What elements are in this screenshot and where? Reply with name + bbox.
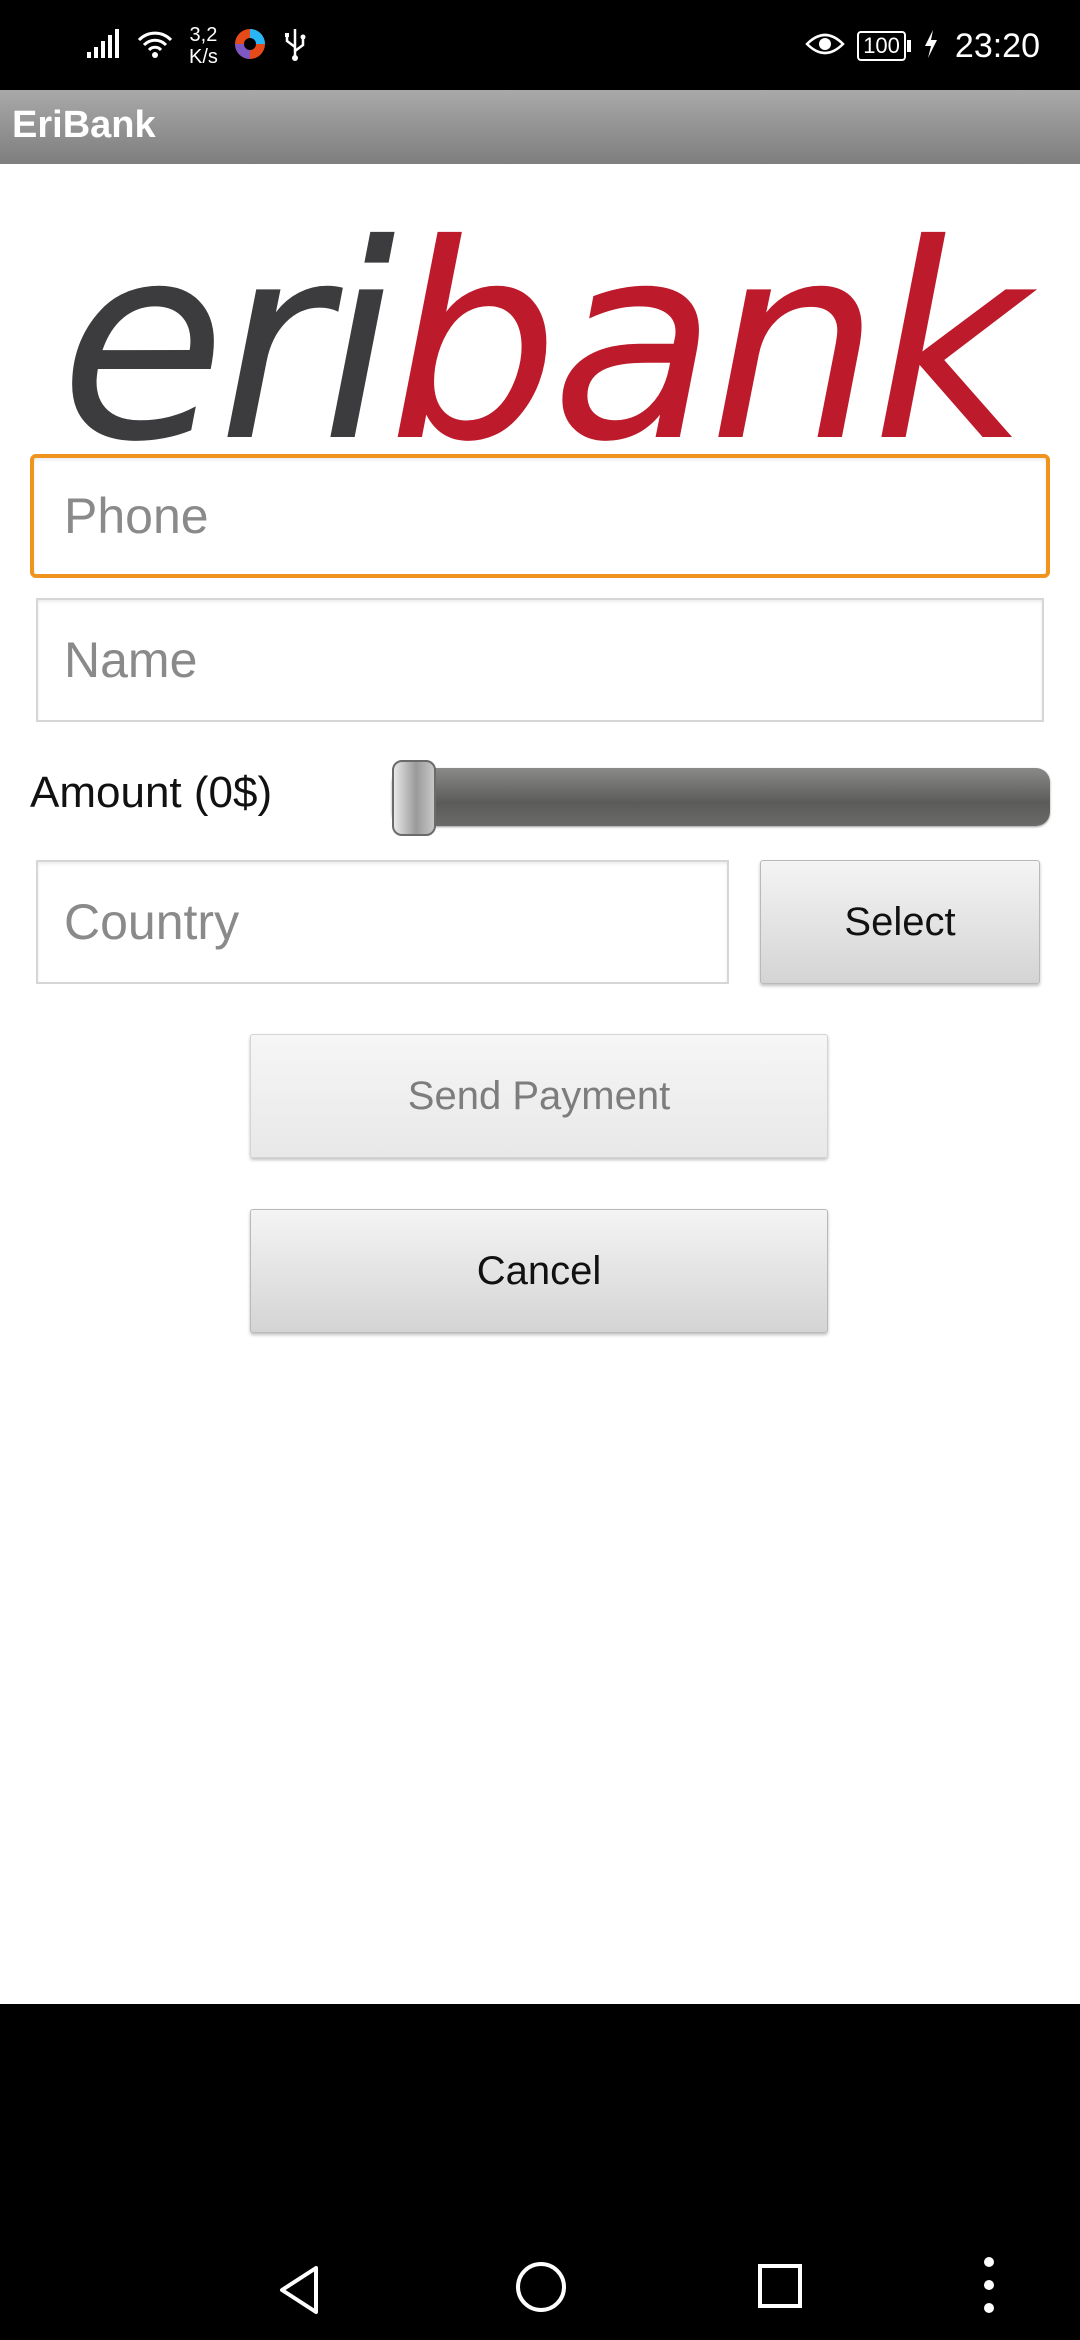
cancel-button[interactable]: Cancel — [250, 1209, 828, 1333]
network-speed-unit: K/s — [189, 46, 218, 68]
battery-level: 100 — [857, 31, 906, 61]
more-options-icon[interactable] — [980, 2254, 998, 2321]
phone-input[interactable] — [62, 457, 1046, 575]
country-field[interactable] — [36, 860, 729, 984]
phone-field[interactable] — [30, 454, 1050, 578]
payment-form-screen: eribank Amount (0$) Select Send Payment … — [0, 164, 1080, 2004]
recent-apps-icon[interactable] — [756, 2262, 804, 2315]
name-field[interactable] — [36, 598, 1044, 722]
status-right: 100 23:20 — [805, 18, 1040, 74]
network-speed: 3,2 K/s — [189, 24, 218, 68]
home-icon[interactable] — [514, 2260, 568, 2319]
navigation-bar — [0, 2004, 1080, 2340]
name-input[interactable] — [62, 599, 1042, 721]
eye-comfort-icon — [805, 30, 845, 63]
battery-indicator: 100 — [857, 31, 911, 61]
clock: 23:20 — [954, 26, 1040, 65]
app-title-bar: EriBank — [0, 90, 1080, 164]
select-country-button[interactable]: Select — [760, 860, 1040, 984]
network-speed-value: 3,2 — [189, 24, 218, 46]
wifi-icon — [135, 28, 175, 65]
battery-tip — [906, 40, 911, 52]
app-title: EriBank — [12, 104, 156, 146]
status-left: 3,2 K/s — [85, 18, 308, 74]
amount-label: Amount (0$) — [30, 768, 273, 817]
status-bar: 3,2 K/s 100 23:20 — [0, 0, 1080, 90]
signal-icon — [85, 28, 121, 65]
amount-slider-thumb[interactable] — [392, 760, 436, 836]
logo-wordmark: eribank — [60, 194, 1028, 494]
send-payment-button[interactable]: Send Payment — [250, 1034, 828, 1158]
back-icon[interactable] — [276, 2264, 322, 2321]
usb-icon — [282, 27, 308, 66]
app-notification-icon — [232, 26, 268, 67]
amount-slider-track[interactable] — [392, 768, 1050, 826]
country-input[interactable] — [62, 861, 727, 983]
charging-icon — [923, 29, 939, 64]
